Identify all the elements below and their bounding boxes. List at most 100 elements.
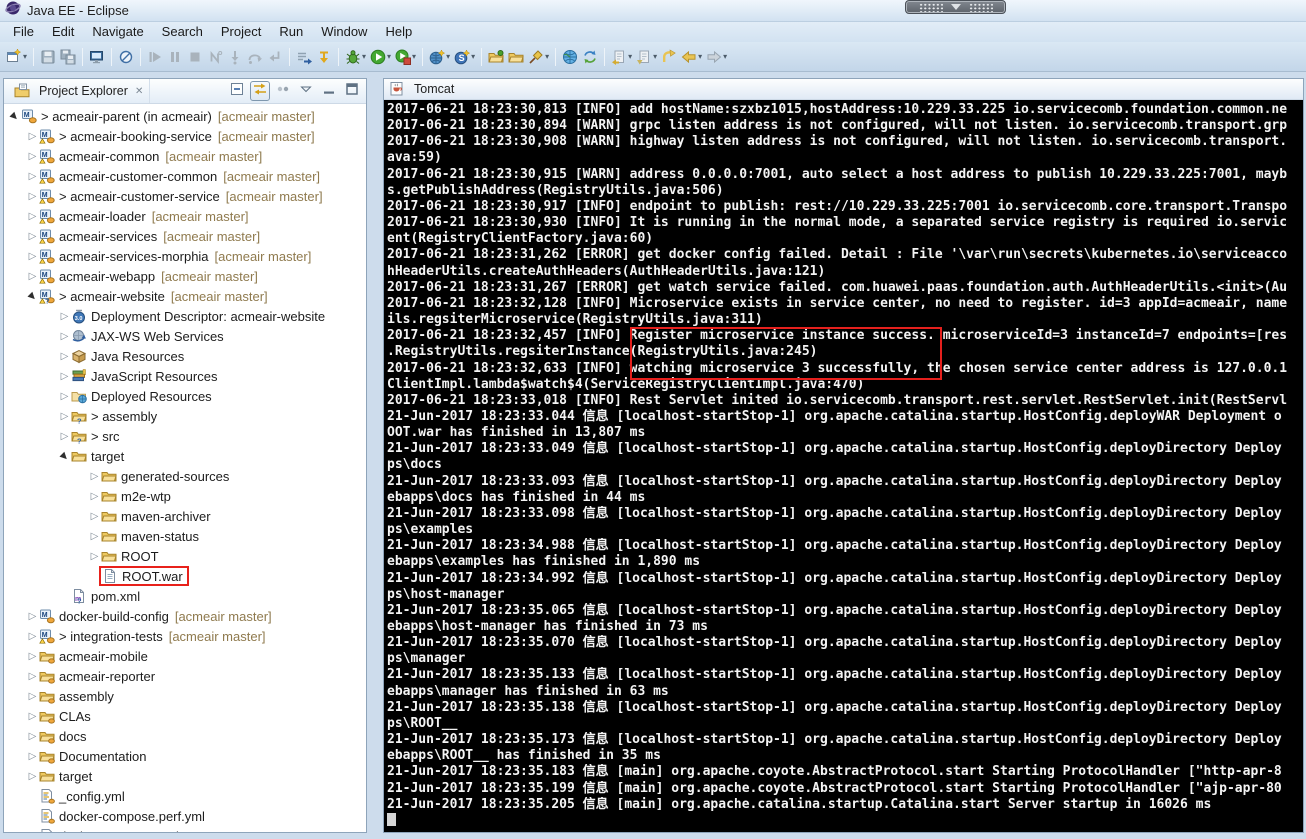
twistie-icon[interactable] xyxy=(26,671,39,682)
tree-item-assembly[interactable]: assembly xyxy=(4,686,366,706)
twistie-icon[interactable] xyxy=(58,391,71,402)
sash[interactable] xyxy=(367,78,383,833)
debug-button[interactable]: ▾ xyxy=(343,45,368,69)
twistie-icon[interactable] xyxy=(58,351,71,362)
tree-item-root-war[interactable]: ROOT.war xyxy=(4,566,366,586)
tree-item-docker-compose-perf-yml[interactable]: docker-compose.perf.yml xyxy=(4,806,366,826)
tree-item-pom-xml[interactable]: m? pom.xml xyxy=(4,586,366,606)
dropdown-arrow-icon[interactable]: ▾ xyxy=(653,52,657,61)
twistie-icon[interactable] xyxy=(58,311,71,322)
tree-item-acmeair-parent-in-acmeair-[interactable]: M > acmeair-parent (in acmeair) [acmeair m… xyxy=(4,106,366,126)
tree-item-acmeair-customer-common[interactable]: Macmeair-customer-common [acmeair master] xyxy=(4,166,366,186)
dropdown-arrow-icon[interactable]: ▾ xyxy=(387,52,391,61)
tree-item-acmeair-customer-service[interactable]: M > acmeair-customer-service [acmeair mast… xyxy=(4,186,366,206)
resume-button[interactable] xyxy=(145,45,165,69)
twistie-icon[interactable] xyxy=(26,771,39,782)
twistie-icon[interactable] xyxy=(26,271,39,282)
twistie-icon[interactable] xyxy=(26,631,39,642)
last-edit-location-button[interactable]: ▾ xyxy=(609,45,634,69)
paintbrush-button[interactable]: ▾ xyxy=(526,45,551,69)
dropdown-arrow-icon[interactable]: ▾ xyxy=(471,52,475,61)
dropdown-arrow-icon[interactable]: ▾ xyxy=(446,52,450,61)
twistie-icon[interactable] xyxy=(88,551,101,562)
pause-button[interactable] xyxy=(165,45,185,69)
dropdown-arrow-icon[interactable]: ▾ xyxy=(412,52,416,61)
console-output[interactable]: 2017-06-21 18:23:30,813 [INFO] add hostN… xyxy=(384,100,1303,832)
tree-item-documentation[interactable]: Documentation xyxy=(4,746,366,766)
tree-item-acmeair-common[interactable]: Macmeair-common [acmeair master] xyxy=(4,146,366,166)
dropdown-arrow-icon[interactable]: ▾ xyxy=(628,52,632,61)
twistie-icon[interactable] xyxy=(88,531,101,542)
tree-item-maven-archiver[interactable]: maven-archiver xyxy=(4,506,366,526)
maximize-button[interactable] xyxy=(342,81,362,101)
tree-item-deployed-resources[interactable]: Deployed Resources xyxy=(4,386,366,406)
twistie-icon[interactable] xyxy=(26,231,39,242)
twistie-icon[interactable] xyxy=(88,511,101,522)
tree-item-docker-compose-yml[interactable]: docker-compose.yml xyxy=(4,826,366,832)
twistie-icon[interactable] xyxy=(26,291,39,302)
tree-item-acmeair-services-morphia[interactable]: Macmeair-services-morphia [acmeair master… xyxy=(4,246,366,266)
console-monitor-button[interactable] xyxy=(87,45,107,69)
twistie-icon[interactable] xyxy=(26,211,39,222)
chevron-down-icon[interactable] xyxy=(950,4,961,10)
open-folder-a-button[interactable] xyxy=(486,45,506,69)
twistie-icon[interactable] xyxy=(26,171,39,182)
screen-overlay-widget[interactable] xyxy=(905,0,1006,14)
step-into-button[interactable] xyxy=(225,45,245,69)
menu-help[interactable]: Help xyxy=(376,22,421,42)
tree-item-target[interactable]: target xyxy=(4,766,366,786)
twistie-icon[interactable] xyxy=(26,251,39,262)
profile-button[interactable]: ▾ xyxy=(393,45,418,69)
twistie-icon[interactable] xyxy=(26,191,39,202)
minimize-button[interactable] xyxy=(319,81,339,101)
new-service-button[interactable]: S ▾ xyxy=(452,45,477,69)
tree-item-jax-ws-web-services[interactable]: JAX-WS Web Services xyxy=(4,326,366,346)
tree-item-clas[interactable]: CLAs xyxy=(4,706,366,726)
console-tab-label[interactable]: Tomcat xyxy=(414,82,454,96)
twistie-icon[interactable] xyxy=(58,331,71,342)
tree-item-docs[interactable]: docs xyxy=(4,726,366,746)
step-return-button[interactable] xyxy=(265,45,285,69)
dropdown-arrow-icon[interactable]: ▾ xyxy=(698,52,702,61)
disconnect-button[interactable] xyxy=(205,45,225,69)
twistie-icon[interactable] xyxy=(88,471,101,482)
twistie-icon[interactable] xyxy=(26,711,39,722)
tree-item-acmeair-website[interactable]: M?> acmeair-website [acmeair master] xyxy=(4,286,366,306)
twistie-icon[interactable] xyxy=(26,131,39,142)
tree-item-m2e-wtp[interactable]: m2e-wtp xyxy=(4,486,366,506)
twistie-icon[interactable] xyxy=(58,431,71,442)
tree-item-acmeair-mobile[interactable]: acmeair-mobile xyxy=(4,646,366,666)
tree-item-root[interactable]: ROOT xyxy=(4,546,366,566)
twistie-icon[interactable] xyxy=(26,691,39,702)
web-browser-button[interactable] xyxy=(560,45,580,69)
tree-item-maven-status[interactable]: maven-status xyxy=(4,526,366,546)
back-button[interactable]: ▾ xyxy=(679,45,704,69)
menu-run[interactable]: Run xyxy=(270,22,312,42)
twistie-icon[interactable] xyxy=(58,451,71,462)
menu-project[interactable]: Project xyxy=(212,22,270,42)
menu-file[interactable]: File xyxy=(4,22,43,42)
skip-breakpoints-button[interactable] xyxy=(116,45,136,69)
back-curved-button[interactable] xyxy=(659,45,679,69)
tree-item-deployment-descriptor-acmeair-website[interactable]: 3.0 Deployment Descriptor: acmeair-websit… xyxy=(4,306,366,326)
tree-item-generated-sources[interactable]: generated-sources xyxy=(4,466,366,486)
focus-button[interactable] xyxy=(273,81,293,101)
dropdown-arrow-icon[interactable]: ▾ xyxy=(362,52,366,61)
tree-item-docker-build-config[interactable]: Mdocker-build-config [acmeair master] xyxy=(4,606,366,626)
synchronize-button[interactable] xyxy=(580,45,600,69)
tree-item--config-yml[interactable]: _config.yml xyxy=(4,786,366,806)
twistie-icon[interactable] xyxy=(8,111,21,122)
tree-item-src[interactable]: ? > src xyxy=(4,426,366,446)
tree-item-integration-tests[interactable]: M > integration-tests [acmeair master] xyxy=(4,626,366,646)
twistie-icon[interactable] xyxy=(26,751,39,762)
drop-to-frame-button[interactable] xyxy=(314,45,334,69)
tree-item-java-resources[interactable]: Java Resources xyxy=(4,346,366,366)
twistie-icon[interactable] xyxy=(26,611,39,622)
view-menu-button[interactable] xyxy=(296,81,316,101)
new-web-project-button[interactable]: ▾ xyxy=(427,45,452,69)
tree-item-acmeair-loader[interactable]: Macmeair-loader [acmeair master] xyxy=(4,206,366,226)
tree-item-acmeair-booking-service[interactable]: M > acmeair-booking-service [acmeair maste… xyxy=(4,126,366,146)
link-with-editor-button[interactable] xyxy=(250,81,270,101)
twistie-icon[interactable] xyxy=(58,411,71,422)
dropdown-arrow-icon[interactable]: ▾ xyxy=(545,52,549,61)
